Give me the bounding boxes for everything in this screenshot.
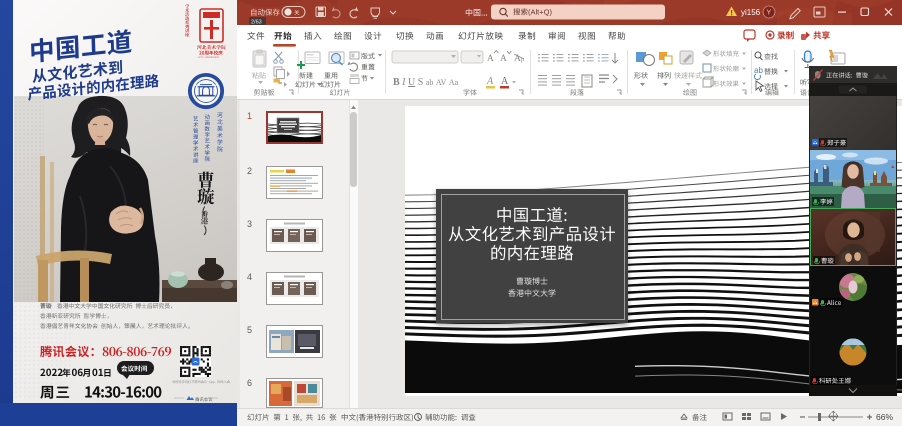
svg-text:A: A [501, 76, 509, 87]
svg-text:yi156: yi156 [741, 8, 761, 17]
svg-text:A: A [486, 76, 494, 87]
svg-text:A: A [487, 54, 494, 64]
svg-text:ab: ab [754, 66, 763, 75]
svg-text:2/63: 2/63 [251, 20, 262, 26]
svg-text:A: A [500, 54, 507, 64]
svg-text:66%: 66% [876, 412, 893, 422]
svg-text:(Alt+Q): (Alt+Q) [528, 8, 552, 17]
svg-text:Y: Y [767, 10, 772, 17]
svg-text:B I U S ab AV Aa: B I U S ab AV Aa [393, 77, 459, 88]
svg-text:p: p [521, 56, 524, 63]
